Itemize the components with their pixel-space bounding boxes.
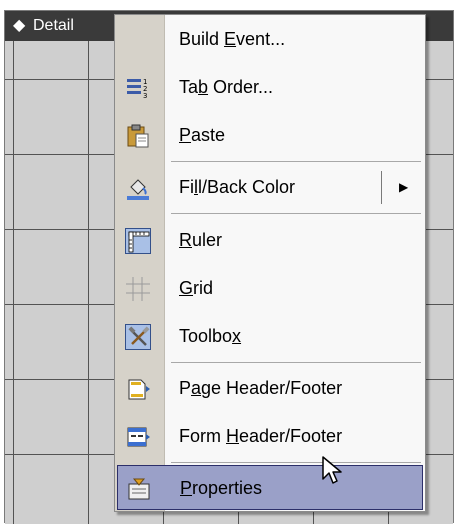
menu-item-ruler[interactable]: Ruler (117, 218, 423, 263)
menu-item-label: Fill/Back Color (179, 177, 296, 197)
menu-item-label: Build Event... (179, 29, 286, 49)
page-header-icon (125, 376, 151, 402)
submenu-divider (381, 171, 382, 204)
menu-item-label: Ruler (179, 230, 223, 250)
detail-section-label: Detail (33, 17, 74, 34)
grid-icon (125, 276, 151, 302)
clipboard-icon (125, 123, 151, 149)
menu-item-properties[interactable]: Properties (117, 465, 423, 510)
paint-bucket-icon (125, 175, 151, 201)
menu-item-tab-order[interactable]: 1 2 3 Tab Order... (117, 65, 423, 110)
menu-item-grid[interactable]: Grid (117, 266, 423, 311)
menu-separator (171, 462, 421, 463)
menu-item-paste[interactable]: Paste (117, 113, 423, 158)
menu-item-label: Grid (179, 278, 214, 298)
menu-separator (171, 213, 421, 214)
toolbox-icon (125, 324, 151, 350)
menu-item-label: Paste (179, 125, 226, 145)
menu-separator (171, 362, 421, 363)
menu-item-build-event[interactable]: Build Event... (117, 17, 423, 62)
menu-item-label: Form Header/Footer (179, 426, 343, 446)
menu-item-label: Properties (180, 478, 263, 498)
menu-item-label: Toolbox (179, 326, 242, 346)
menu-item-label: Tab Order... (179, 77, 274, 97)
menu-item-toolbox[interactable]: Toolbox (117, 314, 423, 359)
mouse-pointer-icon (320, 455, 354, 489)
tab-order-icon: 1 2 3 (125, 75, 151, 101)
submenu-arrow-icon: ▶ (399, 180, 409, 194)
menu-separator (171, 161, 421, 162)
svg-text:3: 3 (143, 92, 147, 100)
ruler-icon (125, 228, 151, 254)
menu-item-form-header-footer[interactable]: Form Header/Footer (117, 414, 423, 459)
section-marker-icon: ◆ (13, 17, 26, 34)
form-header-icon (125, 424, 151, 450)
menu-item-page-header-footer[interactable]: Page Header/Footer (117, 366, 423, 411)
menu-item-fill-back-color[interactable]: Fill/Back Color ▶ (117, 165, 423, 210)
properties-icon (126, 476, 152, 502)
context-menu: Build Event... 1 2 3 Tab Order... Paste … (114, 14, 426, 512)
menu-item-label: Page Header/Footer (179, 378, 343, 398)
